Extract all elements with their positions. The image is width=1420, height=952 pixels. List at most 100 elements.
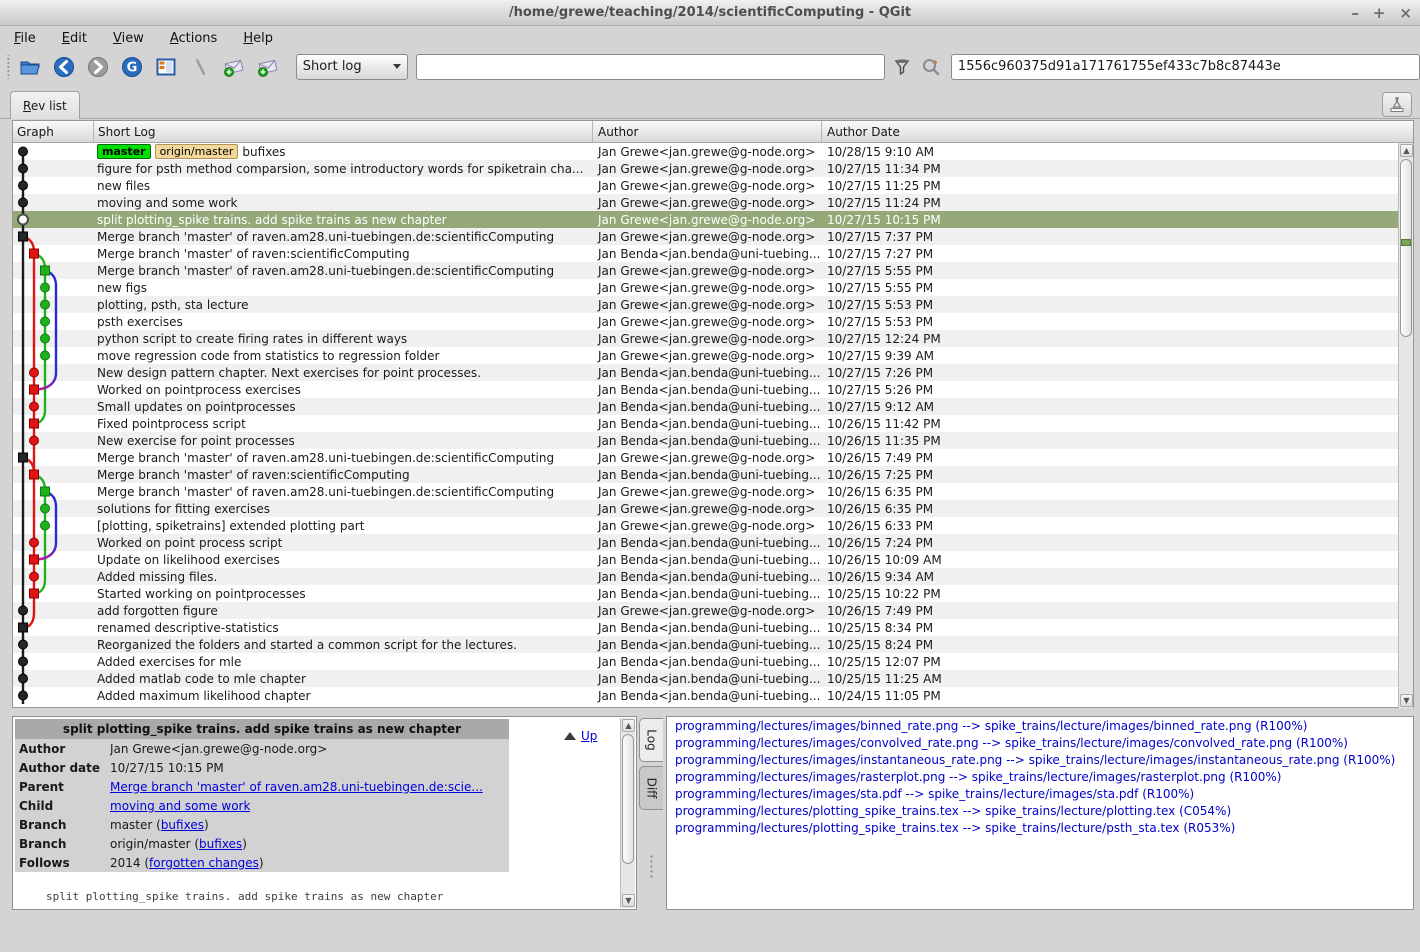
commit-row[interactable]: Merge branch 'master' of raven.am28.uni-… [13,483,1399,500]
commit-row[interactable]: Merge branch 'master' of raven:scientifi… [13,245,1399,262]
detail-link[interactable]: Merge branch 'master' of raven.am28.uni-… [110,780,483,794]
file-rename-entry[interactable]: programming/lectures/plotting_spike_trai… [667,819,1413,836]
maximize-button[interactable]: + [1373,6,1386,21]
column-header-author-date[interactable]: Author Date [822,121,1413,142]
menu-help[interactable]: Help [243,31,273,46]
commit-row[interactable]: python script to create firing rates in … [13,330,1399,347]
commit-row[interactable]: Update on likelihood exercisesJan Benda<… [13,551,1399,568]
filter-button[interactable] [891,55,914,79]
toolbar-drag-handle[interactable] [6,55,11,79]
filter-input[interactable] [416,54,885,80]
commit-row[interactable]: moving and some workJan Grewe<jan.grewe@… [13,194,1399,211]
minimize-button[interactable]: – [1351,6,1359,21]
commit-row[interactable]: new filesJan Grewe<jan.grewe@g-node.org>… [13,177,1399,194]
scroll-up-arrow-icon[interactable]: ▲ [1400,144,1413,157]
commit-row[interactable]: masterorigin/masterbufixesJan Grewe<jan.… [13,143,1399,160]
column-header-short-log[interactable]: Short Log [94,121,593,142]
menu-view[interactable]: View [113,31,144,46]
commit-row[interactable]: Merge branch 'master' of raven.am28.uni-… [13,262,1399,279]
commit-row[interactable]: new figsJan Grewe<jan.grewe@g-node.org>1… [13,279,1399,296]
save-patch-button[interactable] [221,53,248,80]
file-rename-entry[interactable]: programming/lectures/images/binned_rate.… [667,717,1413,734]
commit-row[interactable]: solutions for fitting exercisesJan Grewe… [13,500,1399,517]
detail-link[interactable]: moving and some work [110,799,250,813]
commit-row[interactable]: Worked on point process scriptJan Benda<… [13,534,1399,551]
commit-row[interactable]: add forgotten figureJan Grewe<jan.grewe@… [13,602,1399,619]
short-log-cell: Merge branch 'master' of raven.am28.uni-… [94,449,593,466]
highlight-search-button[interactable] [920,55,943,79]
commit-row[interactable]: Added matlab code to mle chapterJan Bend… [13,670,1399,687]
author-cell: Jan Benda<jan.benda@uni-tuebing... [593,670,822,687]
author-date-cell: 10/26/15 7:24 PM [822,534,1399,551]
commit-row[interactable]: Merge branch 'master' of raven.am28.uni-… [13,449,1399,466]
author-date-cell: 10/26/15 9:34 AM [822,568,1399,585]
up-link[interactable]: Up [581,729,597,743]
forward-button[interactable] [85,53,112,80]
author-date-cell: 10/27/15 5:53 PM [822,296,1399,313]
file-rename-entry[interactable]: programming/lectures/plotting_spike_trai… [667,802,1413,819]
author-date-cell: 10/26/15 6:33 PM [822,517,1399,534]
author-date-cell: 10/27/15 12:24 PM [822,330,1399,347]
file-rename-entry[interactable]: programming/lectures/images/sta.pdf --> … [667,785,1413,802]
layout-toggle-button[interactable] [1382,92,1412,117]
commit-row[interactable]: Worked on pointprocess exercisesJan Bend… [13,381,1399,398]
menu-edit[interactable]: Edit [62,31,87,46]
short-log-cell: masterorigin/masterbufixes [94,143,593,160]
commit-node [19,691,28,700]
commit-row[interactable]: Merge branch 'master' of raven.am28.uni-… [13,228,1399,245]
commit-row[interactable]: New design pattern chapter. Next exercis… [13,364,1399,381]
commit-row[interactable]: Fixed pointprocess scriptJan Benda<jan.b… [13,415,1399,432]
menu-actions[interactable]: Actions [170,31,218,46]
commit-row[interactable]: [plotting, spiketrains] extended plottin… [13,517,1399,534]
commit-row[interactable]: Started working on pointprocessesJan Ben… [13,585,1399,602]
view-panels-button[interactable] [153,53,180,80]
detail-link[interactable]: forgotten changes [149,856,259,870]
file-rename-entry[interactable]: programming/lectures/images/instantaneou… [667,751,1413,768]
author-cell: Jan Benda<jan.benda@uni-tuebing... [593,585,822,602]
detail-scrollbar-thumb[interactable] [622,734,634,864]
author-cell: Jan Benda<jan.benda@uni-tuebing... [593,381,822,398]
commit-row[interactable]: split plotting_spike trains. add spike t… [13,211,1399,228]
log-view-select[interactable]: Short log [296,54,408,80]
home-button[interactable]: G [119,53,146,80]
column-header-graph[interactable]: Graph [13,121,94,142]
commit-node [30,402,39,411]
chevron-down-icon [393,64,401,69]
commit-row[interactable]: psth exercisesJan Grewe<jan.grewe@g-node… [13,313,1399,330]
scrollbar-thumb[interactable] [1400,159,1412,337]
commit-row[interactable]: renamed descriptive-statisticsJan Benda<… [13,619,1399,636]
column-header-author[interactable]: Author [593,121,822,142]
file-rename-entry[interactable]: programming/lectures/images/convolved_ra… [667,734,1413,751]
apply-patch-button[interactable] [255,53,282,80]
detail-scroll-up-icon[interactable]: ▲ [622,719,635,732]
detail-scrollbar[interactable]: ▲ ▼ [620,718,635,908]
commit-row[interactable]: Small updates on pointprocessesJan Benda… [13,398,1399,415]
detail-scroll-down-icon[interactable]: ▼ [622,894,635,907]
close-button[interactable]: × [1399,6,1412,21]
commit-row[interactable]: figure for psth method comparsion, some … [13,160,1399,177]
tab-log[interactable]: Log [639,718,663,762]
sha-input[interactable] [951,54,1420,80]
commit-row[interactable]: Reorganized the folders and started a co… [13,636,1399,653]
menu-file[interactable]: File [14,31,36,46]
detail-link[interactable]: bufixes [199,837,242,851]
author-date-cell: 10/27/15 11:25 PM [822,177,1399,194]
tab-rev-list[interactable]: Rev list [10,91,80,119]
commit-row[interactable]: plotting, psth, sta lectureJan Grewe<jan… [13,296,1399,313]
commit-row[interactable]: Added exercises for mleJan Benda<jan.ben… [13,653,1399,670]
find-button[interactable] [187,53,214,80]
back-button[interactable] [51,53,78,80]
commit-row[interactable]: Added missing files.Jan Benda<jan.benda@… [13,568,1399,585]
commit-row[interactable]: move regression code from statistics to … [13,347,1399,364]
splitter-handle[interactable] [649,854,654,880]
up-control[interactable]: Up [564,729,597,743]
commit-row[interactable]: Added maximum likelihood chapterJan Bend… [13,687,1399,704]
scroll-down-arrow-icon[interactable]: ▼ [1400,694,1413,707]
commit-row[interactable]: New exercise for point processesJan Bend… [13,432,1399,449]
detail-link[interactable]: bufixes [161,818,204,832]
tab-diff[interactable]: Diff [639,766,663,810]
commit-row[interactable]: Merge branch 'master' of raven:scientifi… [13,466,1399,483]
file-rename-entry[interactable]: programming/lectures/images/rasterplot.p… [667,768,1413,785]
open-repo-button[interactable] [17,53,44,80]
rev-list-scrollbar[interactable]: ▲ ▼ [1398,143,1413,708]
